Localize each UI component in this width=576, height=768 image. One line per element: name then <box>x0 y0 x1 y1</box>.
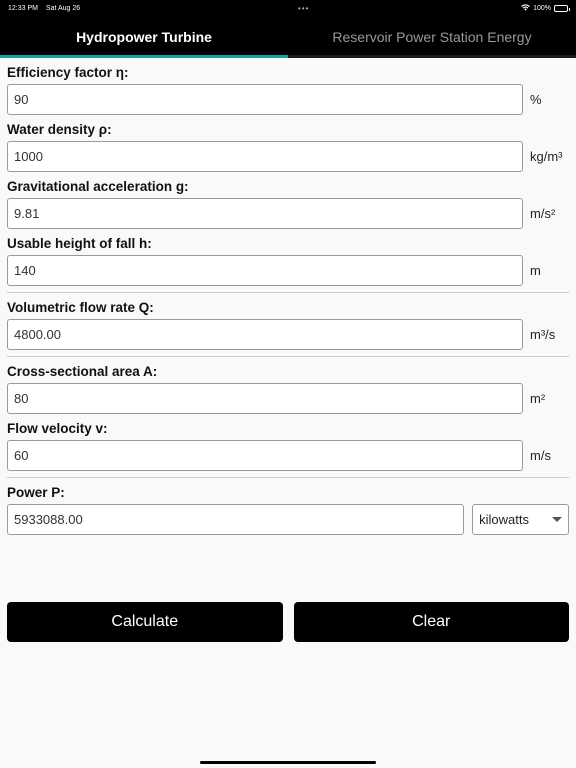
clear-button[interactable]: Clear <box>293 602 569 642</box>
height-label: Usable height of fall h: <box>7 236 152 251</box>
tab-hydropower-turbine[interactable]: Hydropower Turbine <box>0 16 288 58</box>
flow-rate-field: Volumetric flow rate Q: m³/s <box>7 299 569 350</box>
battery-icon <box>554 4 570 12</box>
divider <box>7 477 569 478</box>
velocity-unit: m/s <box>530 448 551 463</box>
tab-bar: Hydropower Turbine Reservoir Power Stati… <box>0 16 576 58</box>
efficiency-unit: % <box>530 92 542 107</box>
divider <box>7 292 569 293</box>
height-input[interactable] <box>7 255 523 286</box>
efficiency-label: Efficiency factor η: <box>7 65 129 80</box>
power-unit-selected: kilowatts <box>479 512 530 527</box>
status-date: Sat Aug 26 <box>45 4 81 12</box>
status-time: 12:33 PM <box>8 4 38 12</box>
gravity-unit: m/s² <box>530 206 556 221</box>
battery-percent: 100% <box>533 4 551 12</box>
multitasking-dots-icon[interactable]: ••• <box>298 4 309 13</box>
calculate-button[interactable]: Calculate <box>7 602 283 642</box>
efficiency-input[interactable] <box>7 84 523 115</box>
efficiency-field: Efficiency factor η: % <box>7 64 569 115</box>
flow-rate-label: Volumetric flow rate Q: <box>7 300 154 315</box>
status-bar: 12:33 PM Sat Aug 26 ••• 100% <box>0 0 576 16</box>
density-unit: kg/m³ <box>530 149 563 164</box>
area-input[interactable] <box>7 383 523 414</box>
top-bar: 12:33 PM Sat Aug 26 ••• 100% Hydropower … <box>0 0 576 58</box>
density-label: Water density ρ: <box>7 122 112 137</box>
flow-rate-input[interactable] <box>7 319 523 350</box>
height-unit: m <box>530 263 541 278</box>
power-label: Power P: <box>7 485 65 500</box>
height-field: Usable height of fall h: m <box>7 235 569 286</box>
area-label: Cross-sectional area A: <box>7 364 158 379</box>
wifi-icon <box>521 3 530 13</box>
gravity-field: Gravitational acceleration g: m/s² <box>7 178 569 229</box>
velocity-input[interactable] <box>7 440 523 471</box>
velocity-label: Flow velocity v: <box>7 421 108 436</box>
power-output[interactable] <box>7 504 465 535</box>
home-indicator[interactable] <box>200 761 376 764</box>
action-buttons: Calculate Clear <box>0 602 576 642</box>
area-unit: m² <box>530 391 546 406</box>
flow-rate-unit: m³/s <box>530 327 556 342</box>
gravity-input[interactable] <box>7 198 523 229</box>
chevron-down-icon <box>552 517 562 522</box>
power-field: Power P: kilowatts <box>7 484 569 535</box>
area-field: Cross-sectional area A: m² <box>7 363 569 414</box>
density-input[interactable] <box>7 141 523 172</box>
velocity-field: Flow velocity v: m/s <box>7 420 569 471</box>
tab-reservoir-power-station-energy[interactable]: Reservoir Power Station Energy <box>288 16 576 58</box>
calculator-form: Efficiency factor η: % Water density ρ: … <box>0 64 576 535</box>
divider <box>7 356 569 357</box>
gravity-label: Gravitational acceleration g: <box>7 179 189 194</box>
power-unit-select[interactable]: kilowatts <box>472 504 569 535</box>
density-field: Water density ρ: kg/m³ <box>7 121 569 172</box>
